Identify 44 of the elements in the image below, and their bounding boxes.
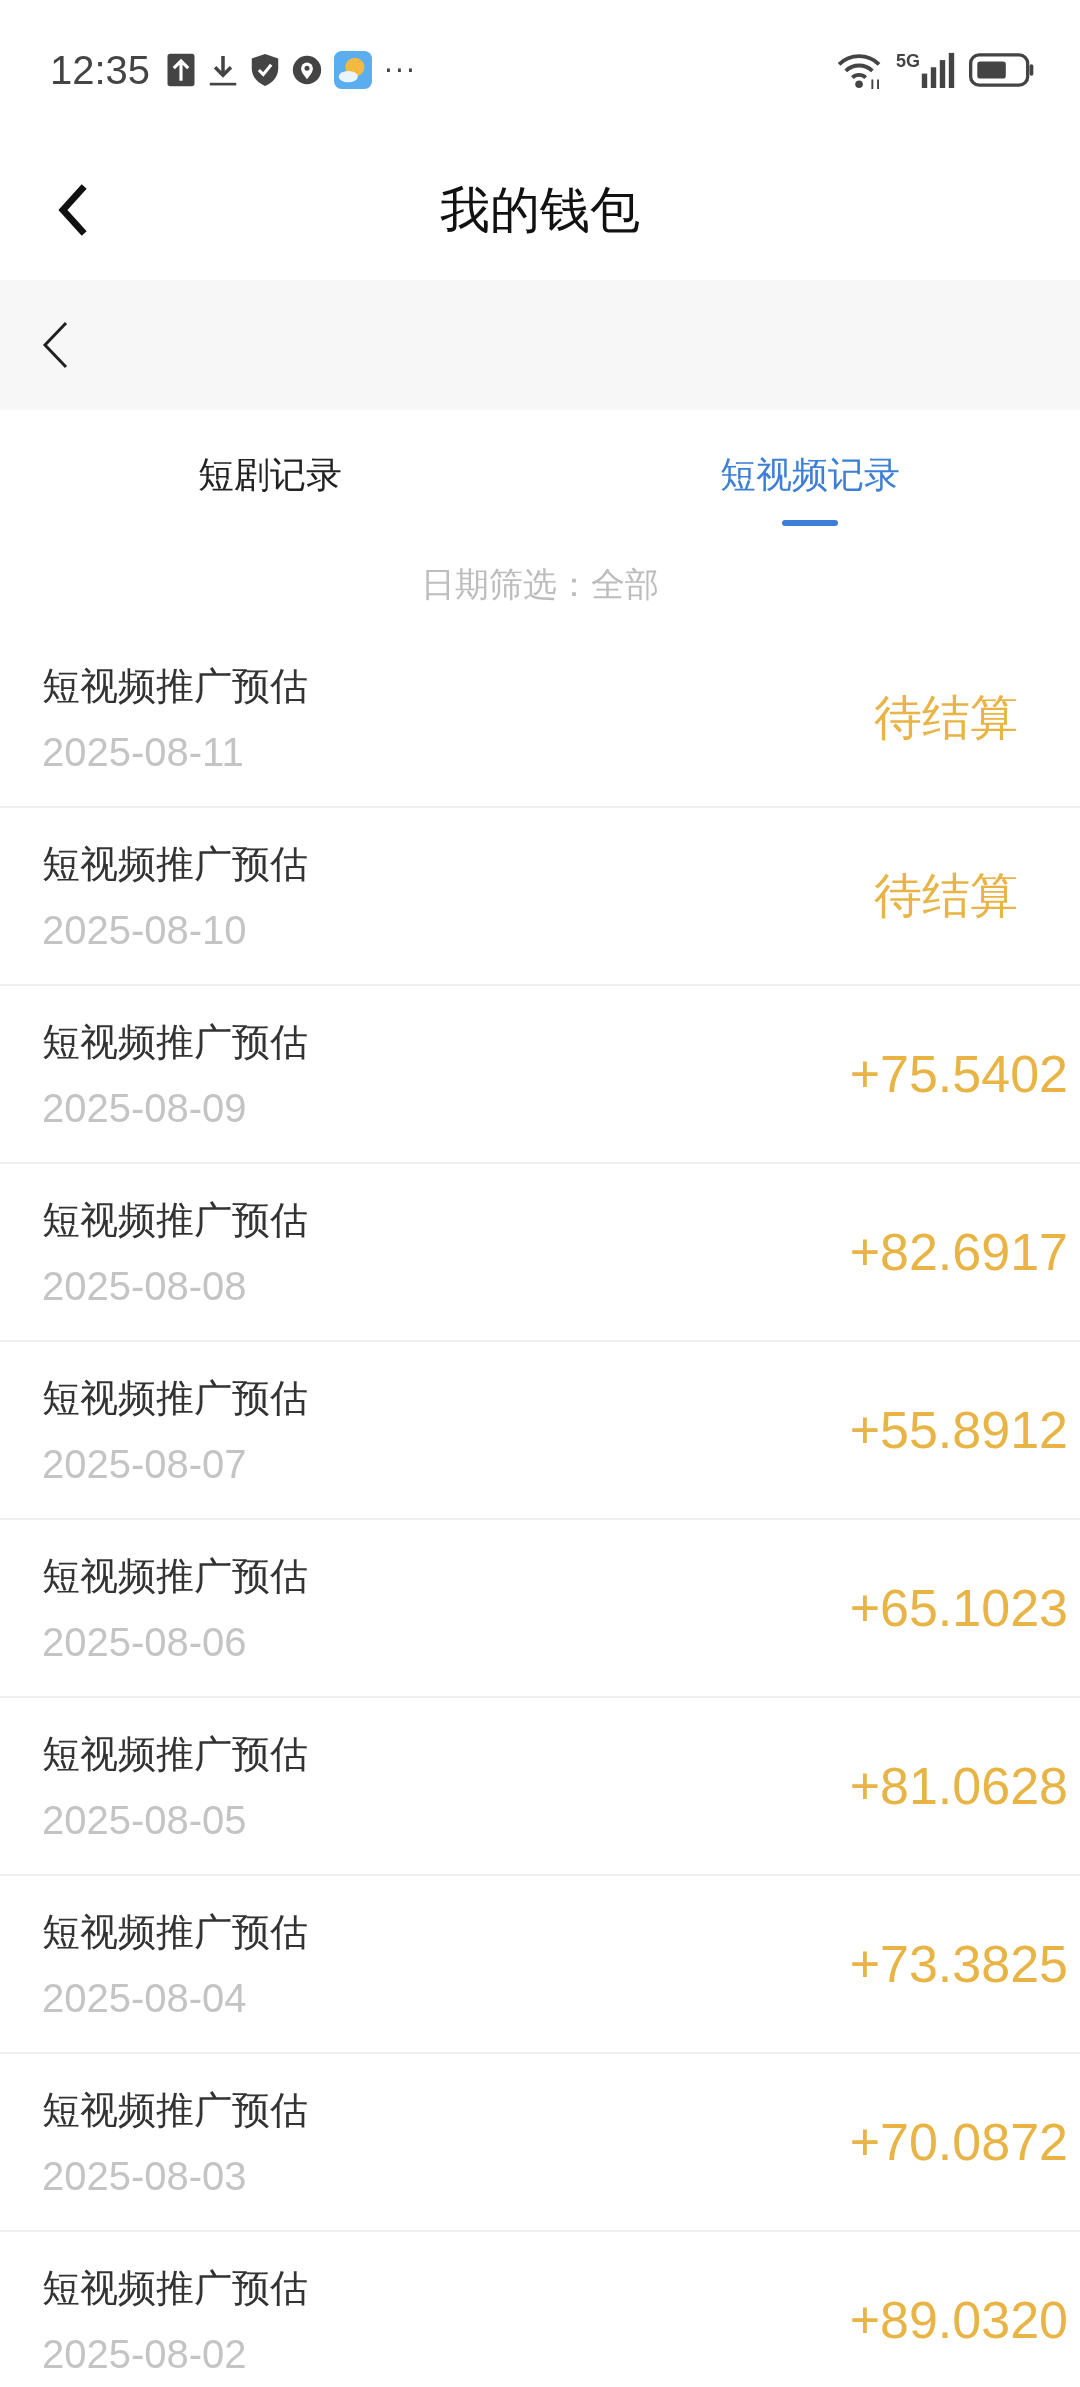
record-title: 短视频推广预估 — [42, 2265, 308, 2312]
record-date: 2025-08-06 — [42, 1620, 248, 1665]
amount: +73.3825 — [849, 1934, 1068, 1994]
record-title: 短视频推广预估 — [42, 1553, 308, 1600]
page-title: 我的钱包 — [440, 179, 640, 241]
record-title: 短视频推广预估 — [42, 841, 308, 888]
record-title: 短视频推广预估 — [42, 1909, 308, 1956]
record-date: 2025-08-04 — [42, 1976, 248, 2021]
amount: +75.5402 — [849, 1044, 1068, 1104]
record-date: 2025-08-07 — [42, 1442, 248, 1487]
record-title: 短视频推广预估 — [42, 1375, 308, 1422]
record-date: 2025-08-10 — [42, 908, 248, 953]
amount: +89.0320 — [849, 2290, 1068, 2350]
record-title: 短视频推广预估 — [42, 663, 308, 710]
tab[interactable]: 短视频记录 — [540, 410, 1080, 540]
amount: +81.0628 — [849, 1756, 1068, 1816]
record-title: 短视频推广预估 — [42, 1197, 308, 1244]
record-date: 2025-08-03 — [42, 2154, 248, 2199]
pending-status: 待结算 — [874, 866, 1018, 925]
upload-icon — [166, 52, 197, 88]
amount: +65.1023 — [849, 1578, 1068, 1638]
amount: +55.8912 — [849, 1400, 1068, 1460]
record-title: 短视频推广预估 — [42, 1731, 308, 1778]
back-icon[interactable] — [40, 320, 70, 370]
record-date: 2025-08-08 — [42, 1264, 248, 1309]
clock-time: 12:35 — [50, 47, 151, 93]
amount: +70.0872 — [849, 2112, 1068, 2172]
tab-indicator — [782, 520, 838, 526]
record-title: 短视频推广预估 — [42, 2087, 308, 2134]
record-title: 短视频推广预估 — [42, 1019, 308, 1066]
record-date: 2025-08-05 — [42, 1798, 248, 1843]
shield-check-icon — [250, 52, 281, 88]
record-date: 2025-08-02 — [42, 2332, 248, 2377]
signal-icon — [920, 51, 956, 89]
network-type: 5G — [896, 51, 920, 72]
pending-status: 待结算 — [874, 688, 1018, 747]
battery-icon — [968, 51, 1036, 89]
record-date: 2025-08-09 — [42, 1086, 248, 1131]
date-filter-label: 日期筛选： — [421, 563, 591, 606]
weather-app-icon — [334, 51, 373, 89]
amount: +82.6917 — [849, 1222, 1068, 1282]
more-notifications: ··· — [384, 53, 417, 87]
record-date: 2025-08-11 — [42, 730, 245, 775]
tab[interactable]: 短剧记录 — [0, 410, 540, 540]
